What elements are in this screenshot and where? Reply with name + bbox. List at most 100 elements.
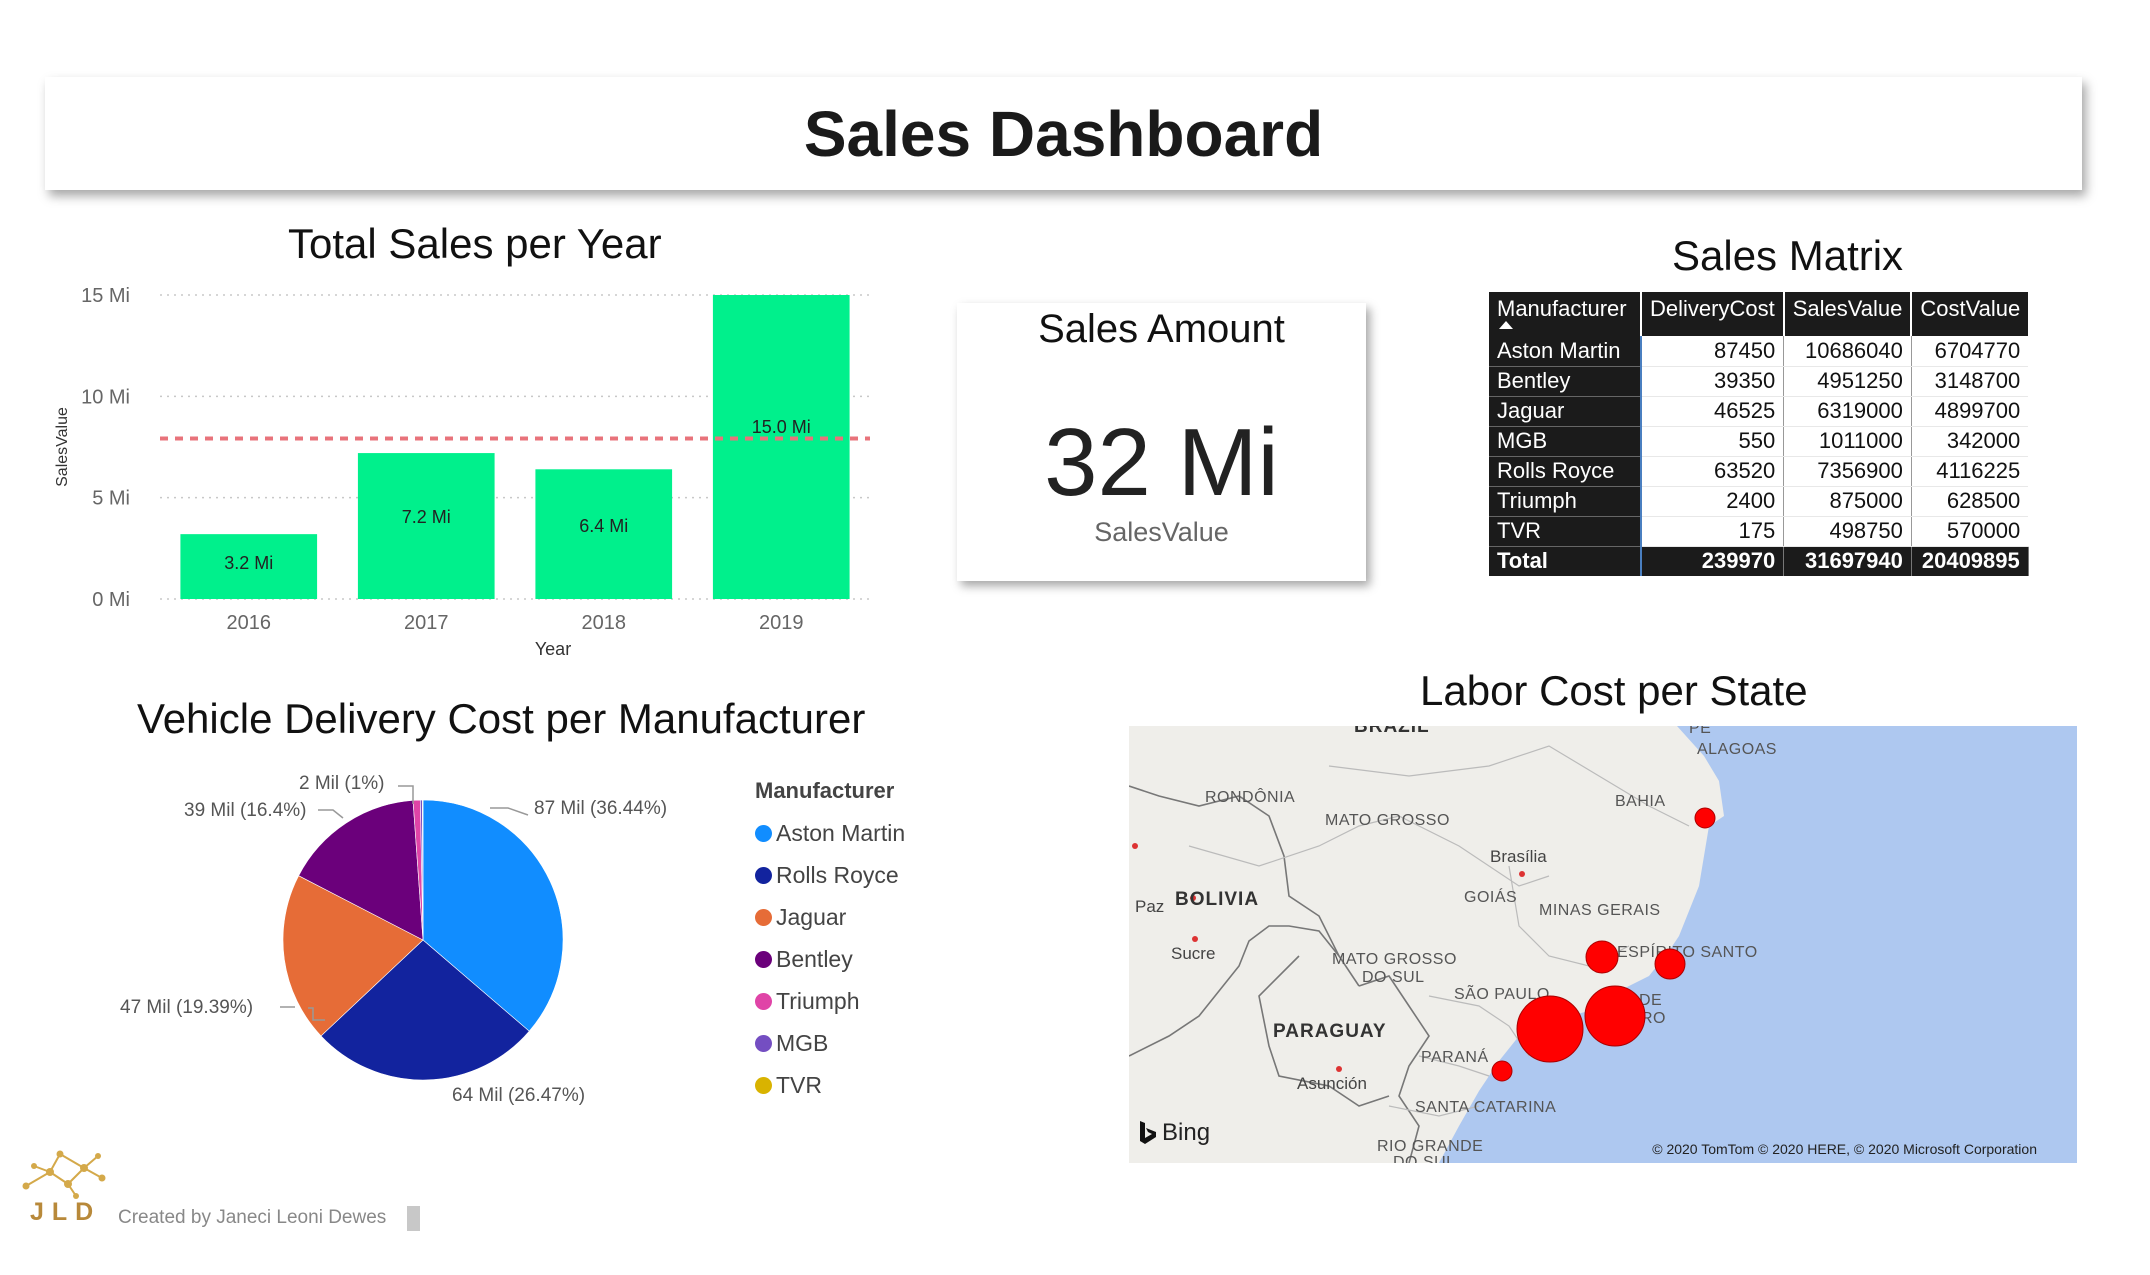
cell: 342000 <box>1911 426 2029 457</box>
sales-amount-card[interactable]: Sales Amount 32 Mi SalesValue <box>957 303 1366 581</box>
legend-label: Rolls Royce <box>776 861 899 888</box>
map-bubble[interactable] <box>1584 985 1646 1047</box>
bar-data-label: 6.4 Mi <box>579 516 628 536</box>
legend-label: Triumph <box>776 987 860 1014</box>
table-row[interactable]: Bentley 39350 4951250 3148700 <box>1489 366 2029 397</box>
cell: 875000 <box>1783 486 1912 517</box>
x-tick-label: 2019 <box>759 612 804 634</box>
sales-matrix[interactable]: Manufacturer DeliveryCost SalesValue Cos… <box>1489 292 2029 576</box>
footer-credit: Created by Janeci Leoni Dewes <box>118 1207 387 1228</box>
row-label: Rolls Royce <box>1489 456 1642 487</box>
bar-data-label: 3.2 Mi <box>224 553 273 573</box>
legend-item-rolls-royce[interactable]: Rolls Royce <box>755 854 905 896</box>
cell: 550 <box>1641 426 1785 457</box>
y-tick-label: 5 Mi <box>92 488 130 510</box>
legend-label: Jaguar <box>776 903 847 930</box>
jld-logo-icon <box>22 1150 106 1199</box>
pie-label-bentley: 39 Mil (16.4%) <box>184 800 307 821</box>
cell: 4951250 <box>1783 366 1912 397</box>
row-label: Bentley <box>1489 366 1642 397</box>
cell: 4116225 <box>1911 456 2029 487</box>
table-row[interactable]: Triumph 2400 875000 628500 <box>1489 486 2029 517</box>
legend-dot <box>755 908 772 926</box>
cell: 628500 <box>1911 486 2029 517</box>
total-cell: 20409895 <box>1911 546 2029 576</box>
bing-logo[interactable]: Bing <box>1138 1119 1210 1147</box>
col-header-salesvalue[interactable]: SalesValue <box>1783 292 1913 336</box>
legend-label: TVR <box>776 1071 822 1098</box>
bar-chart[interactable]: 0 Mi 5 Mi 10 Mi 15 Mi 3.2 Mi 2016 7.2 Mi 2017 6.… <box>40 275 890 665</box>
table-row[interactable]: Jaguar 46525 6319000 4899700 <box>1489 396 2029 427</box>
legend-item-bentley[interactable]: Bentley <box>755 938 905 980</box>
cell: 2400 <box>1641 486 1785 517</box>
map-bubble[interactable] <box>1516 995 1584 1063</box>
y-tick-label: 10 Mi <box>81 386 130 408</box>
map-bubble[interactable] <box>1491 1060 1513 1082</box>
row-label: MGB <box>1489 426 1642 457</box>
legend-dot <box>755 1076 772 1094</box>
total-label: Total <box>1489 546 1642 576</box>
footer-scroll-handle[interactable] <box>407 1206 420 1231</box>
legend-item-triumph[interactable]: Triumph <box>755 980 905 1022</box>
table-row[interactable]: Aston Martin 87450 10686040 6704770 <box>1489 336 2029 367</box>
cell: 4899700 <box>1911 396 2029 427</box>
pie-chart-title: Vehicle Delivery Cost per Manufacturer <box>137 695 866 742</box>
bar[interactable] <box>712 295 850 599</box>
total-cell: 31697940 <box>1783 546 1912 576</box>
kpi-label: SalesValue <box>1094 517 1229 547</box>
legend-dot <box>755 950 772 968</box>
row-label: Jaguar <box>1489 396 1642 427</box>
legend-item-aston-martin[interactable]: Aston Martin <box>755 812 905 854</box>
cell: 1011000 <box>1783 426 1912 457</box>
cell: 3148700 <box>1911 366 2029 397</box>
row-label: Triumph <box>1489 486 1642 517</box>
map-bubble[interactable] <box>1654 948 1686 980</box>
cell: 87450 <box>1641 336 1785 367</box>
x-tick-label: 2016 <box>227 612 272 634</box>
map-bubble[interactable] <box>1694 807 1716 829</box>
x-axis-label: Year <box>535 639 571 659</box>
table-row[interactable]: TVR 175 498750 570000 <box>1489 516 2029 547</box>
bar-data-label: 7.2 Mi <box>402 507 451 527</box>
matrix-title: Sales Matrix <box>1672 232 1904 279</box>
y-tick-label: 0 Mi <box>92 589 130 611</box>
matrix-header-row: Manufacturer DeliveryCost SalesValue Cos… <box>1489 292 2029 336</box>
legend-item-tvr[interactable]: TVR <box>755 1064 905 1106</box>
kpi-title: Sales Amount <box>1038 307 1285 351</box>
row-label: TVR <box>1489 516 1642 547</box>
map-copyright[interactable]: © 2020 TomTom © 2020 HERE, © 2020 Micros… <box>1652 1141 2037 1157</box>
map-bubble[interactable] <box>1585 940 1619 974</box>
legend-dot <box>755 824 772 842</box>
legend-label: Bentley <box>776 945 853 972</box>
map-title: Labor Cost per State <box>1420 667 1808 714</box>
pie-chart[interactable] <box>270 780 590 1100</box>
labor-cost-map[interactable]: BRAZIL PE ALAGOAS RONDÔNIA BAHIA MATO GR… <box>1129 726 2077 1163</box>
legend-item-jaguar[interactable]: Jaguar <box>755 896 905 938</box>
cell: 175 <box>1641 516 1785 547</box>
legend-item-mgb[interactable]: MGB <box>755 1022 905 1064</box>
col-header-costvalue[interactable]: CostValue <box>1911 292 2029 336</box>
cell: 10686040 <box>1783 336 1912 367</box>
legend-dot <box>755 1034 772 1052</box>
pie-label-rolls-royce: 64 Mil (26.47%) <box>452 1085 586 1106</box>
jld-logo-text: JLD <box>30 1198 102 1226</box>
bar-chart-title: Total Sales per Year <box>288 220 662 267</box>
bing-icon <box>1140 1121 1156 1144</box>
cell: 63520 <box>1641 456 1785 487</box>
x-tick-label: 2017 <box>404 612 449 634</box>
legend-dot <box>755 992 772 1010</box>
sort-ascending-icon[interactable] <box>1499 321 1513 329</box>
col-header-deliverycost[interactable]: DeliveryCost <box>1641 292 1785 336</box>
pie-label-aston-martin: 87 Mil (36.44%) <box>534 798 668 819</box>
matrix-total-row[interactable]: Total 239970 31697940 20409895 <box>1489 546 2029 576</box>
pie-legend: Manufacturer Aston Martin Rolls Royce Ja… <box>755 778 905 1106</box>
cell: 39350 <box>1641 366 1785 397</box>
kpi-value: 32 Mi <box>1044 409 1279 516</box>
table-row[interactable]: MGB 550 1011000 342000 <box>1489 426 2029 457</box>
table-row[interactable]: Rolls Royce 63520 7356900 4116225 <box>1489 456 2029 487</box>
legend-label: MGB <box>776 1029 829 1056</box>
col-header-manufacturer[interactable]: Manufacturer <box>1489 292 1642 336</box>
legend-label: Aston Martin <box>776 819 906 846</box>
bar-data-label: 15.0 Mi <box>752 417 811 437</box>
dashboard-header: Sales Dashboard <box>45 77 2082 190</box>
